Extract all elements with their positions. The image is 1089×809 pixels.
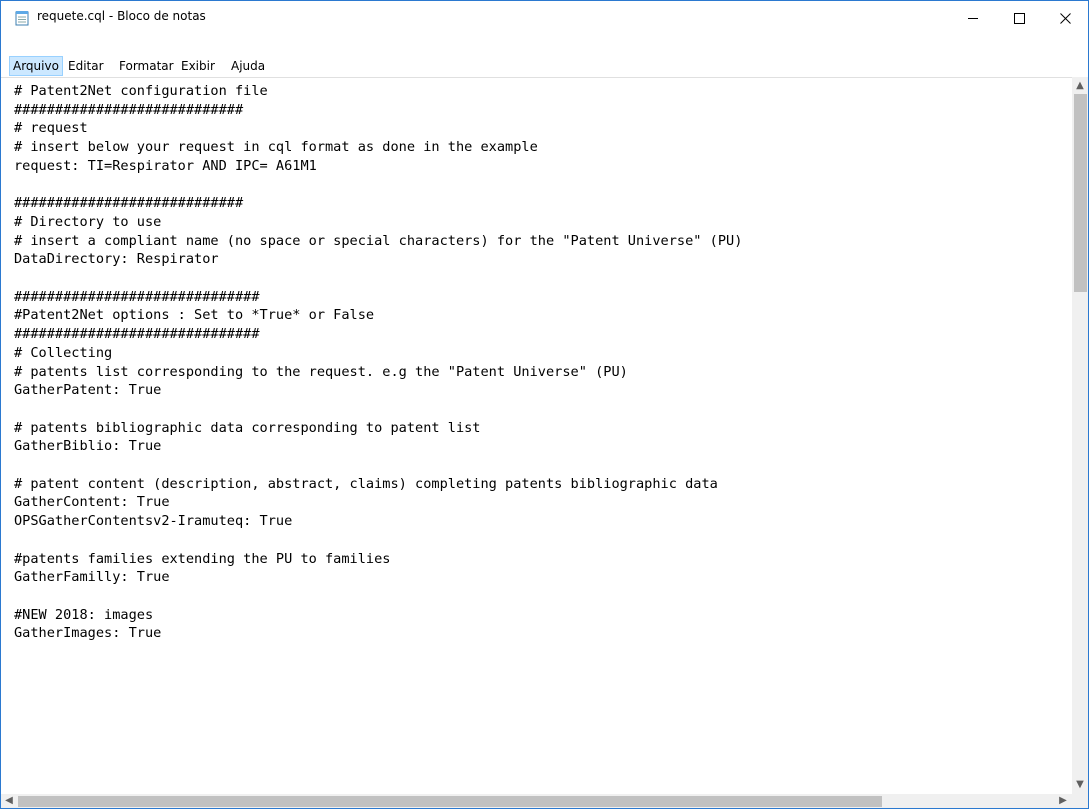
minimize-button[interactable] xyxy=(950,1,996,35)
vertical-scroll-thumb[interactable] xyxy=(1074,94,1087,292)
scroll-down-icon[interactable]: ▼ xyxy=(1073,778,1087,792)
menu-bar: Arquivo Editar Formatar Exibir Ajuda xyxy=(1,56,1088,77)
window-title: requete.cql - Bloco de notas xyxy=(37,9,206,23)
menu-formatar[interactable]: Formatar xyxy=(116,56,177,76)
notepad-icon xyxy=(14,10,30,26)
maximize-icon xyxy=(1013,12,1025,24)
scroll-left-icon[interactable]: ◀ xyxy=(2,794,16,808)
menu-ajuda[interactable]: Ajuda xyxy=(228,56,268,76)
minimize-icon xyxy=(967,17,978,19)
scroll-right-icon[interactable]: ▶ xyxy=(1056,794,1070,808)
horizontal-scroll-thumb[interactable] xyxy=(18,796,882,807)
size-grip[interactable] xyxy=(1072,794,1088,808)
notepad-window: requete.cql - Bloco de notas Arquivo Edi… xyxy=(0,0,1089,809)
scroll-up-icon[interactable]: ▲ xyxy=(1073,79,1087,93)
menu-arquivo[interactable]: Arquivo xyxy=(9,56,63,76)
menu-editar[interactable]: Editar xyxy=(65,56,107,76)
close-icon xyxy=(1059,12,1071,24)
title-bar[interactable]: requete.cql - Bloco de notas xyxy=(1,1,1088,35)
maximize-button[interactable] xyxy=(996,1,1042,35)
editor-content[interactable]: # Patent2Net configuration file ########… xyxy=(1,78,1072,643)
menu-exibir[interactable]: Exibir xyxy=(178,56,218,76)
text-editor[interactable]: # Patent2Net configuration file ########… xyxy=(1,77,1072,795)
close-button[interactable] xyxy=(1042,1,1088,35)
